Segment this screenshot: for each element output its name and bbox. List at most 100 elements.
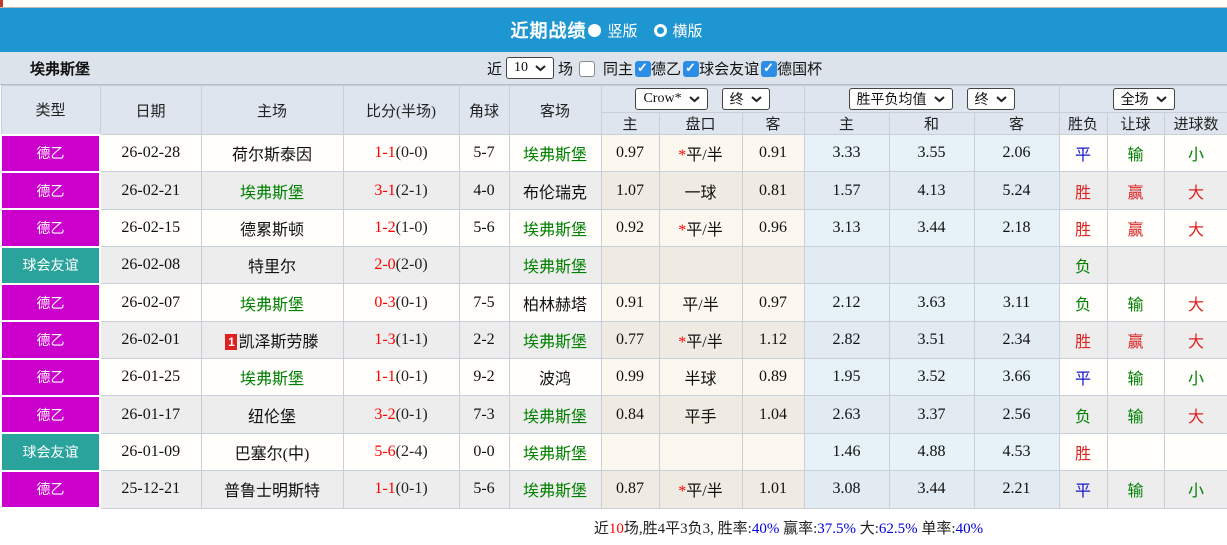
avg-away: 2.56 [973, 395, 1060, 434]
checkbox-unchecked[interactable] [579, 60, 596, 77]
odds-stage-select[interactable]: 终 [721, 88, 770, 110]
match-date: 26-01-25 [99, 358, 202, 397]
score-cell: 0-3(0-1) [342, 283, 460, 322]
avg-away: 2.06 [973, 133, 1060, 173]
filter-bar: 埃弗斯堡 近 10 场 同主德乙球会友谊德国杯 [0, 52, 1227, 85]
score-cell: 5-6(2-4) [342, 432, 460, 472]
table-row: 德乙 26-01-25 埃弗斯堡 1-1(0-1) 9-2 波鸿 0.99 半球 0.89 1.9… [0, 357, 1227, 397]
away-team-cell: 埃弗斯堡 [508, 470, 602, 509]
odds-away: 1.04 [741, 395, 805, 434]
checkbox-checked[interactable] [761, 60, 778, 77]
home-team: 普鲁士明斯特 [223, 483, 320, 501]
away-team-cell: 埃弗斯堡 [508, 208, 602, 248]
odds-away: 0.81 [741, 171, 805, 210]
avg-stage-select[interactable]: 终 [966, 88, 1015, 110]
handicap: *平/半 [658, 320, 743, 360]
layout-radio-selected[interactable] [588, 23, 602, 37]
handicap: *平/半 [658, 470, 743, 509]
result-handicap: 赢 [1106, 171, 1165, 210]
title-bar: 近期战绩 竖版 横版 [0, 8, 1227, 52]
corner-score [458, 246, 510, 285]
odds-market-select[interactable]: Crow* [635, 88, 708, 110]
handicap: *平/半 [658, 133, 743, 173]
recent-count-select[interactable]: 10 [506, 57, 555, 79]
corner-score: 9-2 [458, 358, 510, 397]
table-row: 德乙 26-01-17 纽伦堡 3-2(0-1) 7-3 埃弗斯堡 0.84 平手 1.04 2.… [0, 394, 1227, 435]
half-time-score: (0-1) [395, 368, 428, 386]
result-scope-select[interactable]: 全场 [1112, 88, 1175, 110]
layout-radio-unselected[interactable] [653, 23, 667, 37]
summary-token: 近 [593, 520, 609, 537]
summary-token: 40% [955, 520, 984, 537]
result-handicap: 赢 [1106, 320, 1165, 360]
handicap: 半球 [658, 358, 743, 397]
header-date: 日期 [99, 85, 202, 135]
avg-home: 2.12 [803, 283, 890, 322]
result-goals: 大 [1163, 283, 1227, 322]
avg-draw [888, 246, 975, 285]
odds-away [741, 432, 805, 472]
avg-draw: 3.63 [888, 283, 975, 322]
match-date: 26-01-17 [99, 395, 202, 434]
avg-draw: 4.13 [888, 171, 975, 210]
score-cell: 1-1(0-1) [342, 358, 460, 397]
layout-radio-label[interactable]: 横版 [673, 24, 703, 40]
home-team: 德累斯顿 [239, 221, 304, 239]
result-goals: 小 [1163, 358, 1227, 397]
chevron-down-icon [995, 95, 1007, 102]
league-badge: 德乙 [0, 394, 101, 435]
odds-home [600, 432, 660, 472]
away-team-cell: 埃弗斯堡 [508, 320, 602, 360]
subheader-goals: 进球数 [1163, 112, 1227, 135]
avg-home: 1.57 [803, 171, 890, 210]
away-team-cell: 埃弗斯堡 [508, 246, 602, 285]
avg-draw: 3.55 [888, 133, 975, 173]
avg-draw: 3.44 [888, 470, 975, 509]
chevron-down-icon [750, 95, 762, 102]
checkbox-label: 德国杯 [777, 61, 823, 78]
away-team-cell: 埃弗斯堡 [508, 395, 602, 434]
avg-home: 2.82 [803, 320, 890, 360]
summary-token: 单率: [917, 520, 956, 537]
odds-away: 1.01 [741, 470, 805, 509]
checkbox-checked[interactable] [683, 60, 700, 77]
away-team: 埃弗斯堡 [522, 445, 587, 463]
summary-token: 40% [751, 520, 780, 537]
odds-stage-value: 终 [729, 93, 744, 108]
avg-away: 2.34 [973, 320, 1060, 360]
result-handicap: 输 [1106, 283, 1165, 322]
odds-home: 0.77 [600, 320, 660, 360]
subheader-handicap-result: 让球 [1106, 112, 1165, 135]
full-time-score: 5-6 [374, 442, 396, 460]
away-team-cell: 埃弗斯堡 [508, 133, 602, 173]
chevron-down-icon [1155, 95, 1167, 102]
avg-market-select[interactable]: 胜平负均值 [848, 88, 953, 110]
league-checkbox-group: 同主德乙球会友谊德国杯 [579, 58, 824, 79]
league-badge: 德乙 [0, 469, 101, 510]
result-handicap [1106, 246, 1165, 285]
odds-home: 1.07 [600, 171, 660, 210]
team-name: 埃弗斯堡 [30, 61, 91, 78]
home-team-cell: 纽伦堡 [200, 395, 344, 434]
match-date: 26-01-09 [99, 432, 202, 472]
layout-radio-label[interactable]: 竖版 [607, 24, 637, 40]
odds-away: 0.96 [741, 208, 805, 248]
avg-away: 3.66 [973, 358, 1060, 397]
odds-away: 0.91 [741, 133, 805, 173]
handicap-star: * [678, 333, 687, 351]
half-time-score: (2-4) [395, 442, 428, 460]
full-time-score: 1-1 [374, 144, 396, 162]
score-cell: 1-1(0-0) [342, 133, 460, 173]
half-time-score: (1-1) [395, 330, 428, 348]
corner-score: 5-6 [458, 470, 510, 509]
home-team-cell: 巴塞尔(中) [200, 432, 344, 472]
subheader-avg-draw: 和 [888, 112, 975, 135]
chevron-down-icon [688, 95, 700, 102]
handicap-star: * [678, 221, 687, 239]
full-time-score: 2-0 [374, 256, 396, 274]
result-scope-value: 全场 [1120, 93, 1149, 108]
result-handicap: 输 [1106, 470, 1165, 509]
table-row: 德乙 26-02-07 埃弗斯堡 0-3(0-1) 7-5 柏林赫塔 0.91 平/半 0.97… [0, 282, 1227, 323]
checkbox-checked[interactable] [635, 60, 652, 77]
result-outcome: 胜 [1058, 171, 1108, 210]
